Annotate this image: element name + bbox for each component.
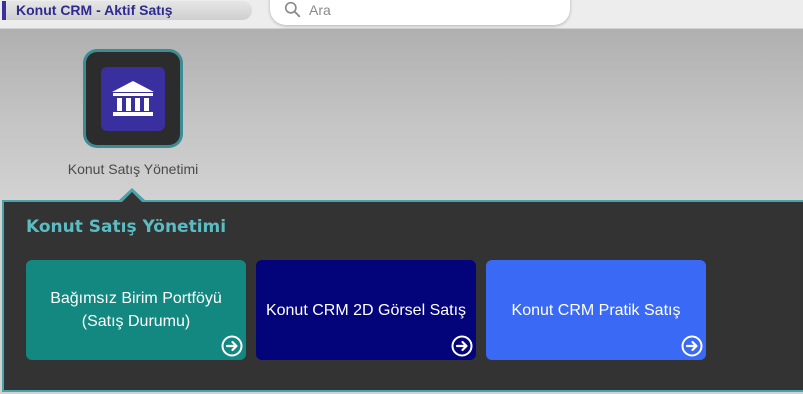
card-bagimsiz-birim-portfoyu[interactable]: Bağımsız Birim Portföyü (Satış Durumu)	[26, 260, 246, 360]
search-input[interactable]	[309, 1, 549, 18]
module-icon-box	[101, 66, 165, 131]
card-konut-crm-pratik-satis[interactable]: Konut CRM Pratik Satış	[486, 260, 706, 360]
arrow-right-circle-icon	[221, 335, 243, 357]
arrow-right-circle-icon	[681, 335, 703, 357]
search-icon	[284, 1, 301, 18]
search-box[interactable]	[270, 0, 570, 25]
card-konut-crm-2d-gorsel-satis[interactable]: Konut CRM 2D Görsel Satış	[256, 260, 476, 360]
module-label[interactable]: Konut Satış Yönetimi	[40, 161, 226, 177]
module-tile-frame	[86, 52, 180, 145]
panel-title: Konut Satış Yönetimi	[26, 217, 227, 237]
card-label: Konut CRM Pratik Satış	[511, 301, 681, 319]
arrow-right-circle-icon	[451, 335, 473, 357]
card-label: Konut CRM 2D Görsel Satış	[265, 301, 467, 319]
top-bar: Konut CRM - Aktif Satış	[0, 0, 803, 29]
card-label: Bağımsız Birim Portföyü (Satış Durumu)	[50, 290, 222, 330]
module-tile-konut-satis[interactable]	[83, 49, 183, 148]
bank-building-icon	[112, 80, 154, 116]
panel-pointer-fill	[121, 192, 143, 203]
app-title[interactable]: Konut CRM - Aktif Satış	[2, 1, 252, 20]
expanded-module-panel: Konut Satış Yönetimi Bağımsız Birim Port…	[2, 200, 803, 392]
